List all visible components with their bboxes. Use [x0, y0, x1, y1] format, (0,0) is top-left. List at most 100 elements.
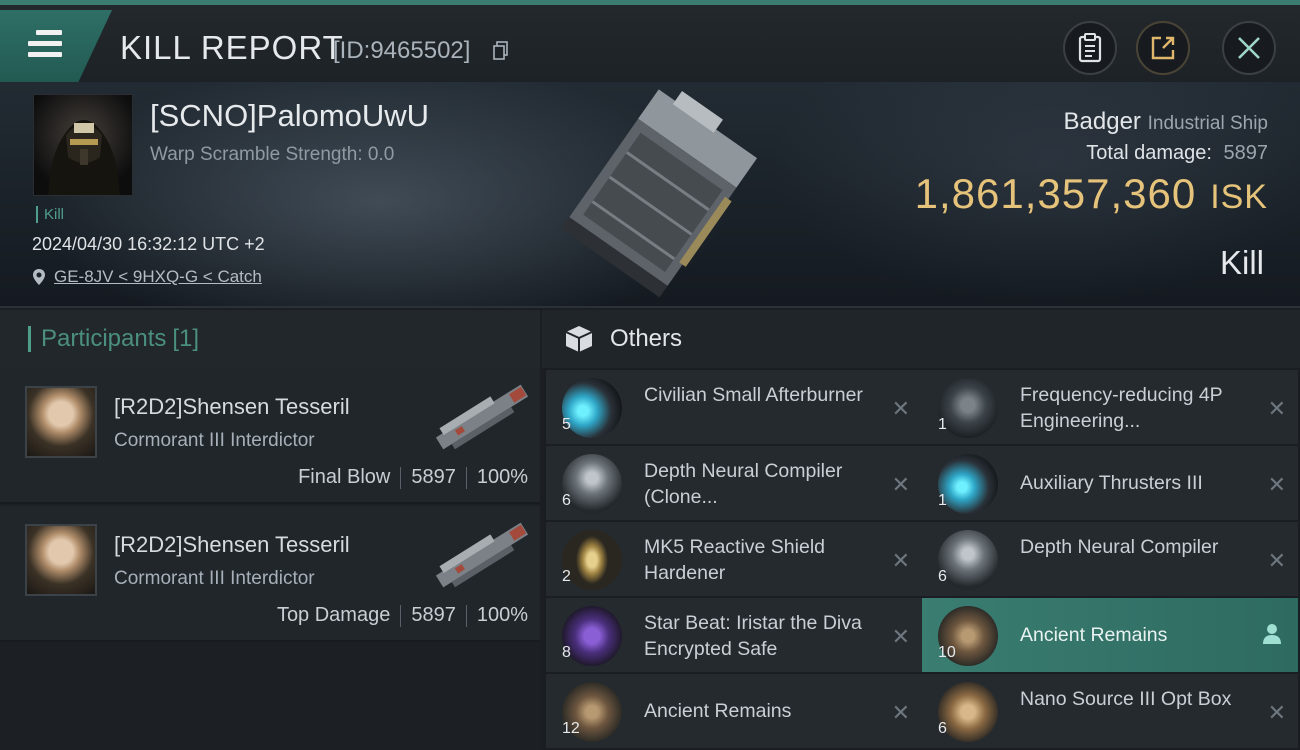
copy-icon[interactable] [493, 41, 509, 61]
destroyed-icon: ✕ [1267, 396, 1286, 421]
participant-row[interactable]: [R2D2]Shensen Tesseril Cormorant III Int… [0, 368, 540, 504]
close-icon [1238, 37, 1260, 59]
item-quantity: 6 [938, 720, 947, 737]
loot-item[interactable]: 5 Civilian Small Afterburner ✕ [546, 370, 922, 444]
participant-ship-icon [435, 522, 529, 588]
victim-ship-image [561, 89, 758, 298]
loot-item[interactable]: 6 Depth Neural Compiler (Clone... ✕ [546, 446, 922, 520]
item-name: Frequency-reducing 4P Engineering... [1020, 384, 1223, 432]
neural-compiler-icon [562, 454, 622, 514]
others-header: Others [542, 310, 1300, 368]
close-button[interactable] [1222, 21, 1276, 75]
menu-button[interactable] [0, 10, 112, 82]
isk-unit: ISK [1210, 178, 1268, 216]
hamburger-icon [28, 30, 62, 63]
participant-damage: 5897 [411, 604, 456, 626]
clipboard-icon [1078, 33, 1102, 63]
kill-result-label: Kill [1219, 244, 1264, 281]
ship-class: Industrial Ship [1147, 113, 1268, 134]
participant-stats: Top Damage 5897 100% [277, 604, 528, 627]
kill-location[interactable]: GE-8JV < 9HXQ-G < Catch [32, 267, 262, 287]
item-name: MK5 Reactive Shield Hardener [644, 536, 826, 584]
item-quantity: 6 [938, 568, 947, 585]
cube-icon [565, 326, 593, 352]
victim-panel: [SCNO]PalomoUwU Warp Scramble Strength: … [0, 82, 1300, 308]
participant-ship: Cormorant III Interdictor [114, 568, 315, 589]
participant-percent: 100% [476, 466, 528, 488]
share-button[interactable] [1136, 21, 1190, 75]
total-damage: Total damage: 5897 [1086, 142, 1268, 165]
isk-amount: 1,861,357,360 [914, 170, 1197, 217]
item-name: Ancient Remains [1020, 624, 1168, 646]
participants-label: Participants [41, 325, 167, 352]
participant-row[interactable]: [R2D2]Shensen Tesseril Cormorant III Int… [0, 506, 540, 642]
participant-avatar[interactable] [25, 386, 97, 458]
shield-hardener-icon [562, 530, 622, 590]
participant-percent: 100% [476, 604, 528, 626]
destroyed-icon: ✕ [891, 700, 910, 725]
item-quantity: 10 [938, 644, 956, 661]
participants-panel: Participants [1] [R2D2]Shensen Tesseril … [0, 310, 540, 750]
destroyed-icon: ✕ [891, 472, 910, 497]
neural-compiler-icon [938, 530, 998, 590]
encrypted-safe-icon [562, 606, 622, 666]
victim-avatar[interactable] [33, 94, 133, 196]
report-id: [ID:9465502] [333, 37, 471, 64]
participant-ship: Cormorant III Interdictor [114, 430, 315, 451]
loot-item[interactable]: 8 Star Beat: Iristar the Diva Encrypted … [546, 598, 922, 672]
destroyed-icon: ✕ [1267, 472, 1286, 497]
item-name: Ancient Remains [644, 700, 792, 722]
destroyed-icon: ✕ [1267, 700, 1286, 725]
others-panel: Others 5 Civilian Small Afterburner ✕ 1 … [542, 310, 1300, 750]
item-quantity: 8 [562, 644, 571, 661]
destroyed-icon: ✕ [1267, 548, 1286, 573]
victim-ship-name[interactable]: Badger Industrial Ship [1064, 108, 1268, 136]
others-label: Others [610, 325, 683, 352]
participant-stats: Final Blow 5897 100% [298, 466, 528, 489]
loot-item[interactable]: 1 Auxiliary Thrusters III ✕ [922, 446, 1298, 520]
loot-item[interactable]: 10 Ancient Remains [922, 598, 1298, 672]
person-icon [1263, 624, 1281, 644]
share-icon [1151, 36, 1175, 60]
item-quantity: 2 [562, 568, 571, 585]
item-name: Star Beat: Iristar the Diva Encrypted Sa… [644, 612, 862, 660]
tab-indicator [28, 326, 31, 352]
loot-item[interactable]: 12 Ancient Remains ✕ [546, 674, 922, 748]
loot-item[interactable]: 6 Nano Source III Opt Box ✕ [922, 674, 1298, 748]
participant-name: [R2D2]Shensen Tesseril [114, 532, 350, 557]
total-damage-label: Total damage: [1086, 142, 1212, 164]
participant-ship-icon [435, 384, 529, 450]
item-name: Civilian Small Afterburner [644, 384, 863, 406]
item-quantity: 1 [938, 492, 947, 509]
loot-item[interactable]: 1 Frequency-reducing 4P Engineering... ✕ [922, 370, 1298, 444]
header-bar: KILL REPORT [ID:9465502] [0, 0, 1300, 82]
total-damage-value: 5897 [1223, 142, 1269, 164]
destroyed-icon: ✕ [891, 548, 910, 573]
location-link[interactable]: GE-8JV < 9HXQ-G < Catch [54, 267, 262, 287]
victim-name[interactable]: [SCNO]PalomoUwU [150, 98, 429, 134]
engineering-module-icon [938, 378, 998, 438]
kill-timestamp: 2024/04/30 16:32:12 UTC +2 [32, 234, 265, 254]
destroyed-icon: ✕ [891, 624, 910, 649]
item-name: Depth Neural Compiler [1020, 536, 1219, 558]
participants-count: [1] [172, 325, 200, 352]
item-quantity: 1 [938, 416, 947, 433]
participant-role: Top Damage [276, 604, 391, 626]
loot-item[interactable]: 6 Depth Neural Compiler ✕ [922, 522, 1298, 596]
item-name: Depth Neural Compiler (Clone... [644, 460, 843, 508]
kill-tag: Kill [36, 206, 64, 223]
ship-type: Badger [1063, 108, 1141, 135]
item-quantity: 6 [562, 492, 571, 509]
participant-avatar[interactable] [25, 524, 97, 596]
participants-tab[interactable]: Participants [1] [0, 310, 540, 368]
loot-item[interactable]: 2 MK5 Reactive Shield Hardener ✕ [546, 522, 922, 596]
item-name: Nano Source III Opt Box [1020, 688, 1232, 710]
item-name: Auxiliary Thrusters III [1020, 472, 1203, 494]
participant-name: [R2D2]Shensen Tesseril [114, 394, 350, 419]
participant-role: Final Blow [298, 466, 391, 488]
clipboard-button[interactable] [1063, 21, 1117, 75]
warp-scramble-strength: Warp Scramble Strength: 0.0 [150, 144, 395, 165]
participant-damage: 5897 [411, 466, 456, 488]
nano-box-icon [938, 682, 998, 742]
afterburner-icon [562, 378, 622, 438]
